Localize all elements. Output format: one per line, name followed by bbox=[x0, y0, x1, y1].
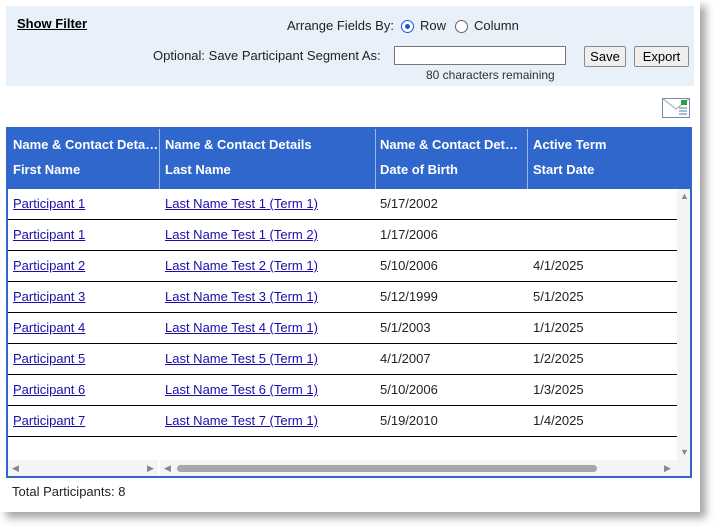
vertical-scrollbar[interactable]: ▲ ▼ bbox=[677, 189, 690, 460]
report-frame: Show Filter Arrange Fields By: Row Colum… bbox=[0, 0, 700, 512]
column-header-date-of-birth[interactable]: Name & Contact Deta… Date of Birth bbox=[375, 129, 525, 189]
participants-grid: Name & Contact Details First Name Name &… bbox=[6, 127, 692, 478]
first-name-link[interactable]: Participant 4 bbox=[13, 320, 85, 335]
date-of-birth-cell: 5/1/2003 bbox=[380, 320, 431, 335]
table-row: Participant 1 Last Name Test 1 (Term 2) … bbox=[8, 220, 677, 251]
start-date-cell: 1/1/2025 bbox=[533, 320, 584, 335]
date-of-birth-cell: 5/10/2006 bbox=[380, 258, 438, 273]
last-name-link[interactable]: Last Name Test 1 (Term 2) bbox=[165, 227, 318, 242]
horizontal-scrollbar[interactable]: ◀ ▶ bbox=[160, 460, 690, 476]
date-of-birth-cell: 5/12/1999 bbox=[380, 289, 438, 304]
table-row: Participant 3 Last Name Test 3 (Term 1) … bbox=[8, 282, 677, 313]
date-of-birth-cell: 1/17/2006 bbox=[380, 227, 438, 242]
grid-header: Name & Contact Details First Name Name &… bbox=[8, 129, 690, 189]
arrange-fields-label: Arrange Fields By: bbox=[287, 18, 394, 33]
left-horizontal-scrollbar[interactable]: ◀ ▶ bbox=[8, 460, 158, 476]
date-of-birth-cell: 5/17/2002 bbox=[380, 196, 438, 211]
first-name-link[interactable]: Participant 1 bbox=[13, 227, 85, 242]
scroll-down-icon[interactable]: ▼ bbox=[680, 447, 689, 457]
date-of-birth-cell: 5/19/2010 bbox=[380, 413, 438, 428]
arrange-row-label[interactable]: Row bbox=[420, 18, 446, 33]
column-header-start-date[interactable]: Active Term Start Date bbox=[528, 129, 688, 189]
start-date-cell: 1/3/2025 bbox=[533, 382, 584, 397]
last-name-link[interactable]: Last Name Test 7 (Term 1) bbox=[165, 413, 318, 428]
characters-remaining: 80 characters remaining bbox=[426, 68, 555, 82]
save-button[interactable]: Save bbox=[584, 46, 626, 67]
arrange-row-radio[interactable] bbox=[401, 20, 414, 33]
table-row: Participant 1 Last Name Test 1 (Term 1) … bbox=[8, 189, 677, 220]
scroll-up-icon[interactable]: ▲ bbox=[680, 191, 689, 201]
mail-export-icon[interactable] bbox=[662, 98, 690, 118]
save-segment-label: Optional: Save Participant Segment As: bbox=[153, 48, 381, 63]
table-row: Participant 6 Last Name Test 6 (Term 1) … bbox=[8, 375, 677, 406]
table-row: Participant 5 Last Name Test 5 (Term 1) … bbox=[8, 344, 677, 375]
arrange-column-radio[interactable] bbox=[455, 20, 468, 33]
show-filter-link[interactable]: Show Filter bbox=[17, 16, 87, 31]
first-name-link[interactable]: Participant 7 bbox=[13, 413, 85, 428]
first-name-link[interactable]: Participant 2 bbox=[13, 258, 85, 273]
last-name-link[interactable]: Last Name Test 4 (Term 1) bbox=[165, 320, 318, 335]
export-button[interactable]: Export bbox=[634, 46, 689, 67]
table-row: Participant 7 Last Name Test 7 (Term 1) … bbox=[8, 406, 677, 437]
first-name-link[interactable]: Participant 1 bbox=[13, 196, 85, 211]
column-header-first-name[interactable]: Name & Contact Details First Name bbox=[8, 129, 159, 189]
filter-bar: Show Filter Arrange Fields By: Row Colum… bbox=[6, 6, 694, 86]
start-date-cell: 1/4/2025 bbox=[533, 413, 584, 428]
grid-body: Participant 1 Last Name Test 1 (Term 1) … bbox=[8, 189, 677, 437]
start-date-cell: 5/1/2025 bbox=[533, 289, 584, 304]
last-name-link[interactable]: Last Name Test 3 (Term 1) bbox=[165, 289, 318, 304]
date-of-birth-cell: 4/1/2007 bbox=[380, 351, 431, 366]
last-name-link[interactable]: Last Name Test 2 (Term 1) bbox=[165, 258, 318, 273]
first-name-link[interactable]: Participant 6 bbox=[13, 382, 85, 397]
start-date-cell: 4/1/2025 bbox=[533, 258, 584, 273]
arrange-column-label[interactable]: Column bbox=[474, 18, 519, 33]
column-header-last-name[interactable]: Name & Contact Details Last Name bbox=[160, 129, 374, 189]
scroll-right-icon[interactable]: ▶ bbox=[664, 463, 671, 474]
total-participants: Total Participants: 8 bbox=[12, 484, 126, 499]
date-of-birth-cell: 5/10/2006 bbox=[380, 382, 438, 397]
segment-name-input[interactable] bbox=[394, 46, 566, 65]
first-name-link[interactable]: Participant 5 bbox=[13, 351, 85, 366]
start-date-cell: 1/2/2025 bbox=[533, 351, 584, 366]
first-name-link[interactable]: Participant 3 bbox=[13, 289, 85, 304]
table-row: Participant 4 Last Name Test 4 (Term 1) … bbox=[8, 313, 677, 344]
scroll-left-icon[interactable]: ◀ bbox=[12, 463, 19, 474]
last-name-link[interactable]: Last Name Test 1 (Term 1) bbox=[165, 196, 318, 211]
table-row: Participant 2 Last Name Test 2 (Term 1) … bbox=[8, 251, 677, 282]
scroll-left-icon[interactable]: ◀ bbox=[164, 463, 171, 474]
last-name-link[interactable]: Last Name Test 5 (Term 1) bbox=[165, 351, 318, 366]
horizontal-scroll-thumb[interactable] bbox=[177, 465, 597, 472]
last-name-link[interactable]: Last Name Test 6 (Term 1) bbox=[165, 382, 318, 397]
scroll-right-icon[interactable]: ▶ bbox=[147, 463, 154, 474]
